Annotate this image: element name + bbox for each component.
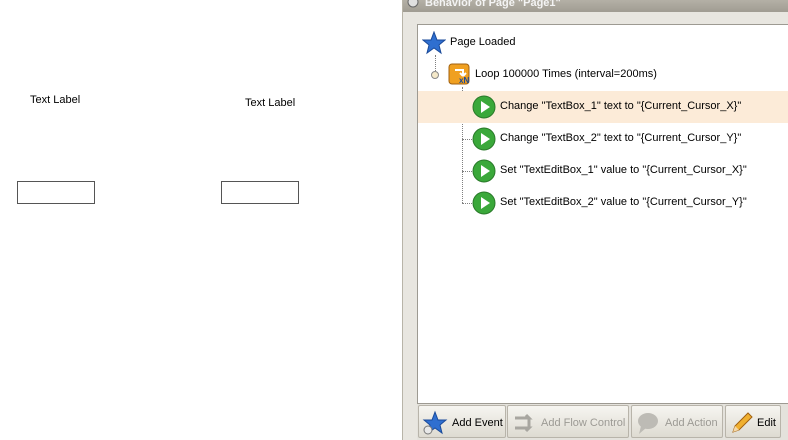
action-node[interactable]: Change "TextBox_2" text to "{Current_Cur… [418, 123, 788, 155]
behavior-panel: Behavior of Page "Page1" Page Loaded xN … [402, 0, 788, 440]
behavior-tree[interactable]: Page Loaded xN Loop 100000 Times (interv… [417, 24, 788, 404]
loop-badge: xN [459, 76, 470, 85]
action-label: Set "TextEditBox_1" value to "{Current_C… [500, 164, 747, 176]
add-event-label: Add Event [452, 417, 503, 429]
add-action-label: Add Action [665, 417, 718, 429]
add-flow-control-label: Add Flow Control [541, 417, 626, 429]
behavior-icon [407, 0, 419, 8]
action-label: Change "TextBox_2" text to "{Current_Cur… [500, 132, 742, 144]
action-node[interactable]: Set "TextEditBox_1" value to "{Current_C… [418, 155, 788, 187]
loop-node[interactable]: xN Loop 100000 Times (interval=200ms) [418, 59, 788, 91]
play-action-icon [472, 159, 496, 183]
panel-title-bar: Behavior of Page "Page1" [403, 0, 788, 12]
event-label: Page Loaded [450, 36, 516, 48]
design-canvas[interactable]: Text Label Text Label [0, 0, 402, 440]
action-node[interactable]: Set "TextEditBox_2" value to "{Current_C… [418, 187, 788, 219]
edit-label: Edit [757, 417, 776, 429]
text-label-2[interactable]: Text Label [245, 97, 295, 109]
action-label: Set "TextEditBox_2" value to "{Current_C… [500, 196, 747, 208]
star-icon [422, 410, 448, 435]
add-event-button[interactable]: Add Event [418, 405, 506, 438]
behavior-toolbar: Add Event Add Flow Control Add Action Ed… [417, 404, 788, 440]
play-action-icon [472, 127, 496, 151]
play-action-icon [472, 191, 496, 215]
pencil-icon [732, 412, 753, 433]
loop-label: Loop 100000 Times (interval=200ms) [475, 68, 657, 80]
add-flow-control-button[interactable]: Add Flow Control [507, 405, 629, 438]
play-action-icon [472, 95, 496, 119]
edit-button[interactable]: Edit [725, 405, 781, 438]
text-box-2[interactable] [221, 181, 299, 204]
panel-title: Behavior of Page "Page1" [425, 0, 561, 9]
flow-control-icon [515, 413, 533, 433]
action-label: Change "TextBox_1" text to "{Current_Cur… [500, 100, 742, 112]
collapse-toggle[interactable] [431, 71, 439, 79]
speech-bubble-icon [638, 413, 658, 434]
text-box-1[interactable] [17, 181, 95, 204]
add-action-button[interactable]: Add Action [631, 405, 723, 438]
action-node[interactable]: Change "TextBox_1" text to "{Current_Cur… [418, 91, 788, 123]
event-node-page-loaded[interactable]: Page Loaded [418, 27, 788, 59]
text-label-1[interactable]: Text Label [30, 94, 80, 106]
star-icon [422, 31, 446, 55]
